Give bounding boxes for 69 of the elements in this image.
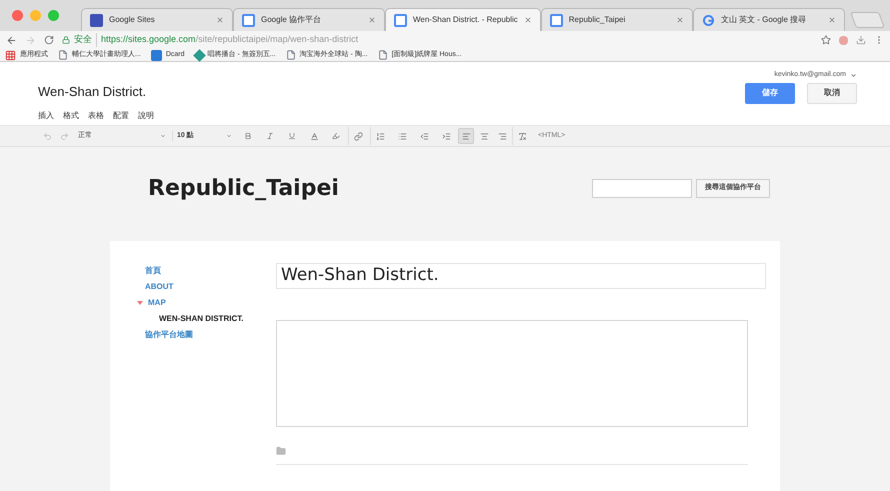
link-icon[interactable] bbox=[354, 132, 363, 140]
lock-icon bbox=[62, 36, 70, 44]
reload-icon[interactable] bbox=[44, 35, 54, 45]
g-logo-icon bbox=[702, 14, 715, 26]
page-favicon-icon bbox=[394, 14, 407, 26]
editor-menu-item[interactable]: 插入 bbox=[38, 110, 54, 122]
browser-tab[interactable]: Republic_Taipei bbox=[540, 8, 693, 31]
download-icon[interactable] bbox=[856, 35, 866, 45]
close-tab-icon[interactable] bbox=[524, 16, 532, 24]
highlight-icon[interactable] bbox=[332, 132, 340, 140]
square-logo-icon bbox=[150, 50, 162, 60]
cancel-button[interactable]: 取消 bbox=[807, 82, 857, 104]
editor-menu-item[interactable]: 配置 bbox=[113, 110, 129, 122]
browser-tab[interactable]: Google 協作平台 bbox=[233, 8, 385, 31]
close-tab-icon[interactable] bbox=[828, 16, 836, 24]
bold-icon[interactable] bbox=[244, 132, 252, 140]
tab-title: Google 協作平台 bbox=[261, 14, 322, 26]
page-icon bbox=[286, 50, 296, 60]
editor-menu-item[interactable]: 格式 bbox=[63, 110, 79, 122]
clear-formatting-icon[interactable] bbox=[518, 132, 527, 140]
align-icon bbox=[462, 132, 470, 140]
align-icon bbox=[498, 132, 506, 140]
title-field[interactable]: Wen-Shan District. bbox=[276, 263, 766, 289]
indent-icon[interactable] bbox=[442, 132, 450, 140]
nav-link[interactable]: 協作平台地圖 bbox=[145, 327, 193, 343]
nav-link[interactable]: 首頁 bbox=[145, 263, 161, 279]
nav-link[interactable]: MAP bbox=[148, 295, 166, 311]
align-icon bbox=[480, 132, 488, 140]
site-search-field[interactable] bbox=[592, 178, 692, 198]
caret-icon bbox=[226, 133, 232, 139]
nav-link[interactable]: WEN-SHAN DISTRICT. bbox=[159, 311, 244, 327]
address-bar[interactable]: 安全 https://sites.google.com/site/republictaipei/map/wen-shan-district bbox=[62, 33, 813, 47]
folder-icon[interactable] bbox=[276, 446, 286, 456]
page-icon bbox=[58, 50, 68, 60]
nav-link[interactable]: ABOUT bbox=[145, 279, 174, 295]
sites-favicon-icon bbox=[90, 14, 103, 26]
page-icon bbox=[378, 50, 388, 60]
tab-title: Google Sites bbox=[109, 14, 156, 26]
expand-caret-icon[interactable] bbox=[137, 301, 143, 305]
apps-grid-icon bbox=[5, 50, 16, 60]
editor-menu-item[interactable]: 表格 bbox=[88, 110, 104, 122]
page-title: Wen-Shan District. bbox=[38, 83, 148, 101]
underline-icon[interactable] bbox=[288, 132, 296, 140]
browser-tab[interactable]: Wen-Shan District. - Republic bbox=[385, 8, 541, 31]
browser-tab[interactable]: Google Sites bbox=[81, 8, 233, 31]
tab-title: Republic_Taipei bbox=[568, 14, 626, 26]
italic-icon[interactable] bbox=[266, 132, 274, 140]
browser-tab[interactable]: 文山 英文 - Google 搜尋 bbox=[692, 8, 845, 31]
text-color-icon[interactable] bbox=[310, 132, 318, 140]
editor-menu-item[interactable]: 說明 bbox=[138, 110, 154, 122]
close-tab-icon[interactable] bbox=[368, 16, 376, 24]
numbered-list-icon[interactable] bbox=[376, 132, 385, 140]
close-tab-icon[interactable] bbox=[676, 16, 684, 24]
bullet-list-icon[interactable] bbox=[398, 132, 406, 140]
caret-icon bbox=[160, 133, 166, 139]
tab-title: 文山 英文 - Google 搜尋 bbox=[720, 14, 808, 26]
align-button[interactable] bbox=[458, 128, 474, 144]
back-icon[interactable] bbox=[6, 34, 17, 46]
page-favicon-icon bbox=[550, 14, 563, 26]
close-tab-icon[interactable] bbox=[216, 16, 224, 24]
secure-label: 安全 bbox=[74, 33, 97, 47]
url-text: https://sites.google.com/site/republictaipei/map/wen-shan-district bbox=[101, 33, 358, 46]
site-title: Republic_Taipei bbox=[148, 174, 339, 202]
bookmark-star-icon[interactable] bbox=[821, 35, 831, 45]
close-window-icon[interactable] bbox=[12, 10, 23, 21]
tab-title: Wen-Shan District. - Republic bbox=[413, 14, 518, 26]
page-favicon-icon bbox=[242, 14, 255, 26]
outdent-icon[interactable] bbox=[420, 132, 428, 140]
caret-icon bbox=[850, 72, 857, 79]
